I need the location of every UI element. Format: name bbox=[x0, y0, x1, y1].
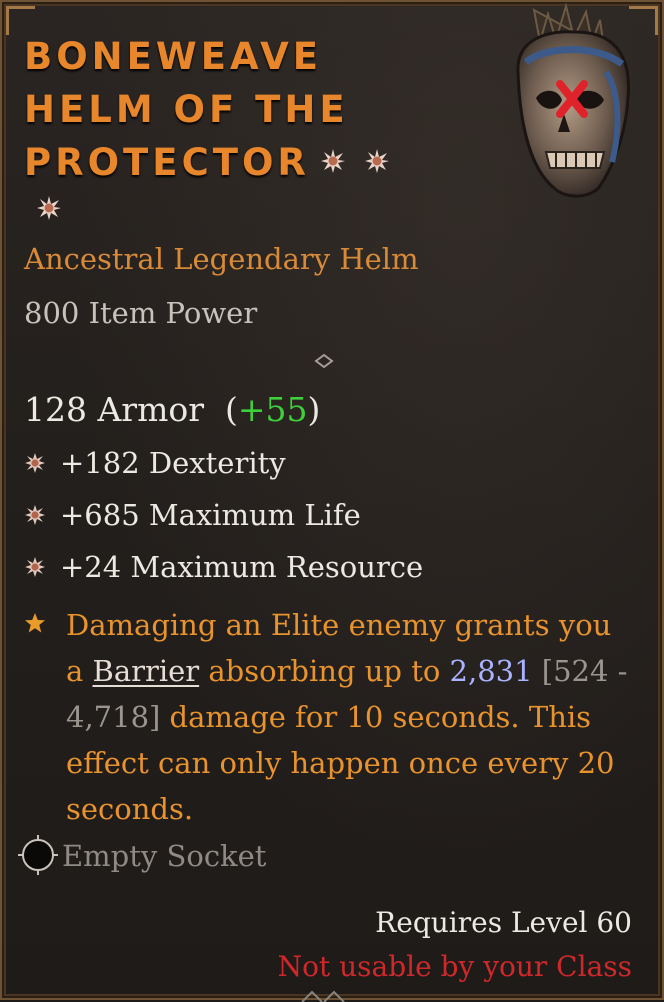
class-warning: Not usable by your Class bbox=[277, 950, 632, 983]
greater-affix-star-icon bbox=[364, 148, 389, 173]
affix-bullet-icon bbox=[25, 505, 45, 525]
affix-line: +685 Maximum Life bbox=[24, 498, 361, 532]
greater-affix-star-icon bbox=[320, 148, 345, 173]
item-title-line-4 bbox=[24, 189, 444, 229]
affix-value: 2,831 bbox=[449, 654, 533, 688]
item-power: 800 Item Power bbox=[24, 296, 258, 330]
affix-bullet-icon bbox=[25, 453, 45, 473]
armor-bonus: +55 bbox=[237, 390, 308, 429]
empty-socket-icon bbox=[18, 835, 58, 875]
affix-line: +182 Dexterity bbox=[24, 446, 286, 480]
item-rarity-type: Ancestral Legendary Helm bbox=[24, 242, 419, 276]
item-tooltip: BONEWEAVE HELM OF THE PROTECTOR Ancestra… bbox=[0, 0, 664, 1002]
armor-stat: 128 Armor (+55) bbox=[24, 390, 321, 429]
affix-bullet-icon bbox=[25, 557, 45, 577]
legendary-star-icon bbox=[25, 613, 45, 633]
socket-line: Empty Socket bbox=[18, 835, 266, 878]
item-title: BONEWEAVE HELM OF THE PROTECTOR bbox=[24, 30, 444, 229]
level-requirement: Requires Level 60 bbox=[375, 906, 632, 939]
item-title-line-3: PROTECTOR bbox=[24, 136, 444, 189]
item-title-line-2: HELM OF THE bbox=[24, 88, 349, 131]
affix-line: +24 Maximum Resource bbox=[24, 550, 423, 584]
divider bbox=[16, 353, 334, 369]
item-title-line-1: BONEWEAVE bbox=[24, 35, 323, 78]
skull-helm-icon bbox=[516, 2, 630, 198]
barrier-keyword[interactable]: Barrier bbox=[93, 654, 200, 688]
greater-affix-star-icon bbox=[37, 195, 61, 220]
legendary-affix: Damaging an Elite enemy grants you a Bar… bbox=[24, 602, 634, 832]
